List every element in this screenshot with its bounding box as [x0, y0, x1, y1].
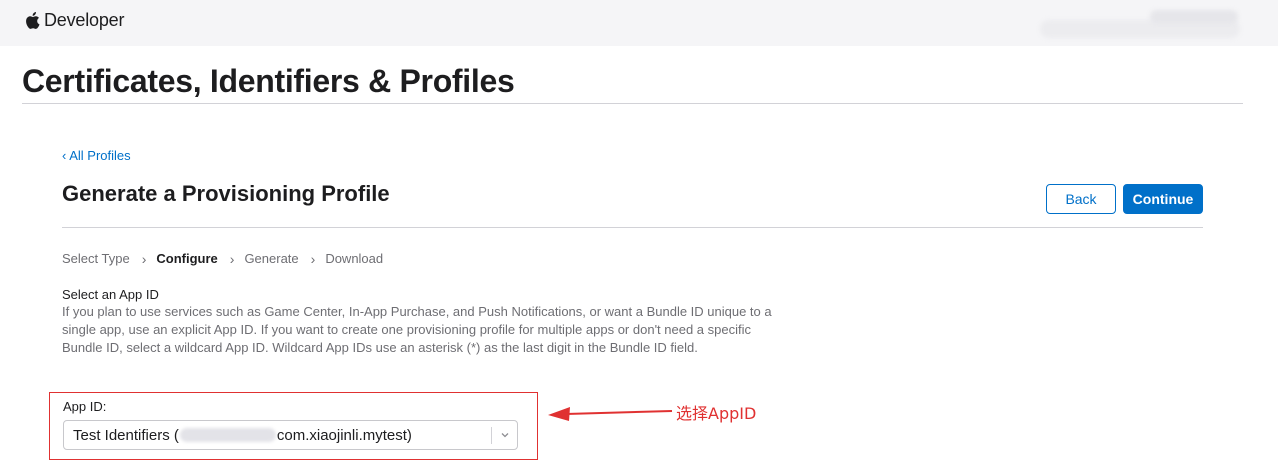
step-configure: Configure [156, 250, 218, 266]
chevron-right-icon: › [229, 251, 235, 267]
top-bar: Developer [0, 0, 1278, 46]
app-id-value-prefix: Test Identifiers ( [73, 426, 179, 444]
section-title: Generate a Provisioning Profile [62, 181, 390, 206]
app-id-select[interactable]: Test Identifiers ( com.xiaojinli.mytest) [63, 420, 518, 450]
section-divider [62, 227, 1203, 228]
apple-logo-icon [26, 12, 40, 29]
app-id-value-suffix: com.xiaojinli.mytest) [276, 426, 412, 444]
all-profiles-link[interactable]: ‹ All Profiles [62, 148, 131, 163]
chevron-right-icon: › [141, 251, 147, 267]
blurred-account-info [1040, 8, 1240, 40]
step-generate: Generate [244, 250, 299, 266]
title-divider [22, 103, 1243, 104]
blurred-team-id [179, 428, 276, 442]
select-app-id-description: If you plan to use services such as Game… [62, 304, 772, 355]
step-download: Download [325, 250, 384, 266]
back-button[interactable]: Back [1046, 184, 1116, 214]
page-title: Certificates, Identifiers & Profiles [22, 63, 515, 99]
blurred-region [1150, 10, 1238, 24]
continue-button[interactable]: Continue [1123, 184, 1203, 214]
brand-label: Developer [44, 10, 125, 30]
annotation-arrow-icon [548, 407, 673, 421]
developer-brand-link[interactable]: Developer [24, 10, 124, 31]
select-separator [491, 427, 492, 444]
chevron-right-icon: › [310, 251, 316, 267]
step-select-type: Select Type [62, 250, 130, 266]
step-indicator: Select Type › Configure › Generate › Dow… [62, 250, 384, 268]
annotation-text: 选择AppID [676, 404, 757, 423]
app-id-label: App ID: [63, 399, 107, 414]
chevron-down-icon [501, 433, 509, 438]
select-app-id-heading: Select an App ID [62, 287, 159, 302]
